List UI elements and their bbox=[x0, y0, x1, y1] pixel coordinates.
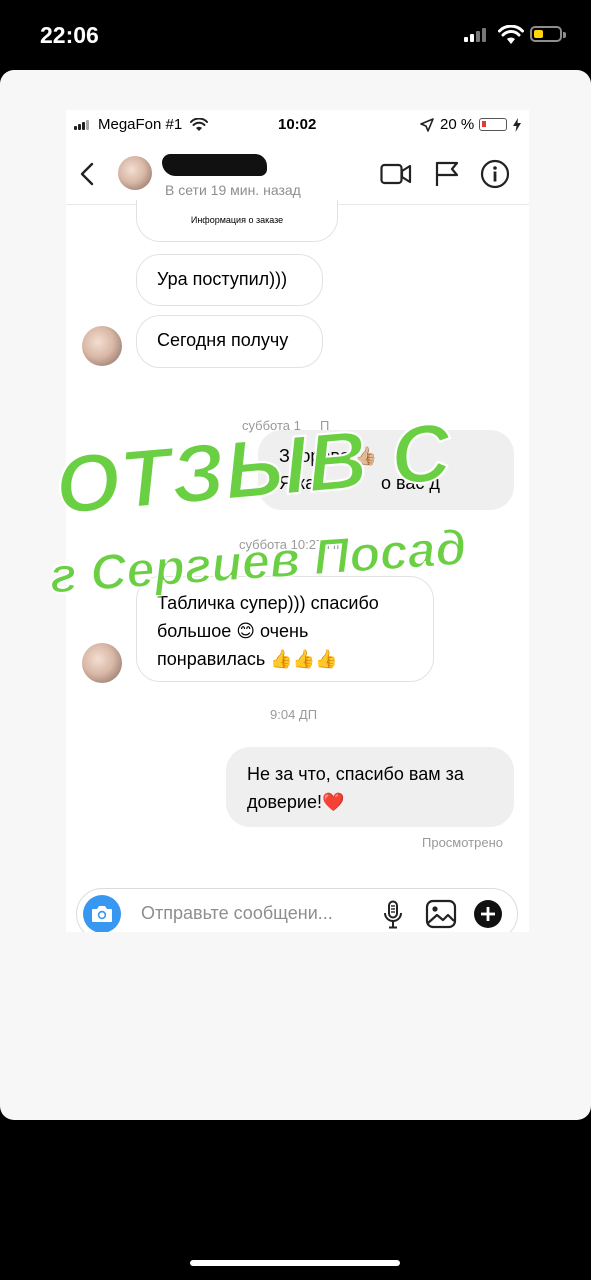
screenshot-card: MegaFon #1 10:02 20 % В сети 19 мин. наз… bbox=[0, 70, 591, 1120]
message-input[interactable]: Отправьте сообщени... bbox=[141, 903, 333, 924]
wifi-icon bbox=[498, 25, 524, 44]
inner-battery-icon bbox=[479, 118, 507, 131]
plus-icon[interactable] bbox=[473, 899, 503, 929]
video-call-icon[interactable] bbox=[380, 162, 412, 186]
order-info-card[interactable]: Информация о заказе bbox=[136, 200, 338, 242]
inner-wifi-icon bbox=[190, 118, 208, 131]
contact-avatar[interactable] bbox=[118, 156, 152, 190]
back-icon[interactable] bbox=[80, 162, 94, 186]
seen-indicator: Просмотрено bbox=[422, 835, 504, 850]
message-bubble[interactable]: Ура поступил))) bbox=[136, 254, 323, 306]
gallery-icon[interactable] bbox=[425, 899, 457, 929]
message-text: Не за что, спасибо вам за bbox=[247, 764, 464, 784]
timestamp: 9:04 ДП bbox=[270, 707, 318, 722]
online-status: В сети 19 мин. назад bbox=[165, 182, 301, 198]
cellular-signal-icon bbox=[464, 28, 486, 42]
camera-icon bbox=[92, 906, 112, 922]
message-text: понравилась 👍👍👍 bbox=[157, 649, 338, 669]
sender-avatar[interactable] bbox=[82, 643, 122, 683]
message-text: доверие!❤️ bbox=[247, 792, 345, 812]
flag-icon[interactable] bbox=[434, 160, 460, 188]
message-bubble-outgoing[interactable]: Не за что, спасибо вам за доверие!❤️ bbox=[226, 747, 514, 827]
inner-status-bar: MegaFon #1 10:02 20 % bbox=[66, 110, 529, 144]
charging-icon bbox=[513, 118, 521, 132]
sender-avatar[interactable] bbox=[82, 326, 122, 366]
order-info-label: Информация о заказе bbox=[190, 215, 284, 225]
redacted-contact-name bbox=[162, 154, 267, 176]
battery-percent: 20 % bbox=[440, 116, 475, 133]
microphone-icon[interactable] bbox=[383, 900, 403, 930]
message-text: Ура поступил))) bbox=[157, 269, 288, 289]
battery-icon bbox=[530, 26, 566, 42]
location-arrow-icon bbox=[420, 118, 434, 132]
inner-time: 10:02 bbox=[278, 116, 317, 133]
home-indicator[interactable] bbox=[190, 1260, 400, 1266]
chat-header: В сети 19 мин. назад bbox=[66, 144, 529, 205]
status-time: 22:06 bbox=[40, 22, 99, 48]
message-composer: Отправьте сообщени... bbox=[76, 888, 518, 932]
camera-button[interactable] bbox=[83, 895, 121, 932]
info-icon[interactable] bbox=[480, 159, 510, 189]
carrier-name: MegaFon #1 bbox=[98, 116, 183, 133]
message-text: Сегодня получу bbox=[157, 330, 289, 350]
message-bubble[interactable]: Сегодня получу bbox=[136, 315, 323, 368]
inner-signal-icon bbox=[74, 120, 89, 130]
message-text: большое 😊 очень bbox=[157, 621, 309, 641]
